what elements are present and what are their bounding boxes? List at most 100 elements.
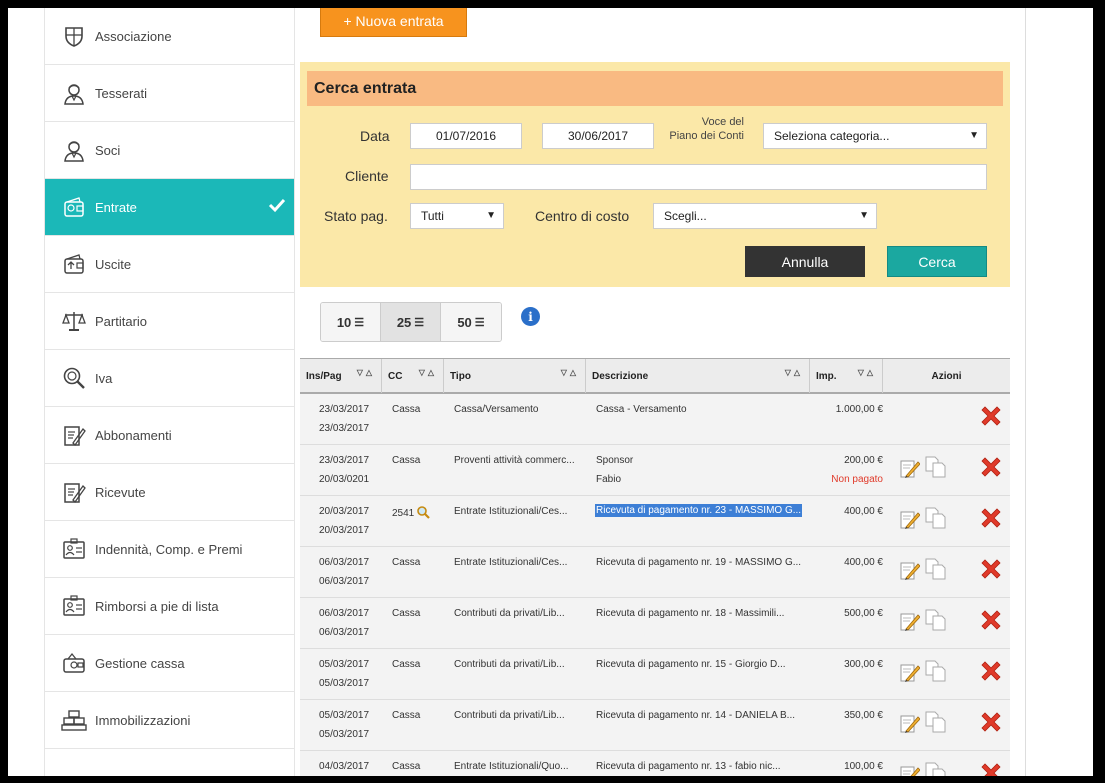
col-imp[interactable]: Imp. ▽△ xyxy=(810,359,883,393)
search-button[interactable]: Cerca xyxy=(887,246,987,277)
status-badge: Non pagato xyxy=(831,474,883,485)
new-entry-button[interactable]: + Nuova entrata xyxy=(320,8,467,37)
col-descrizione[interactable]: Descrizione ▽△ xyxy=(586,359,810,393)
date-label: Data xyxy=(360,128,390,144)
cell-descrizione: Ricevuta di pagamento nr. 19 - MASSIMO G… xyxy=(596,557,802,568)
copy-icon[interactable] xyxy=(924,557,946,581)
voce-label-line2: Piano dei Conti xyxy=(669,130,744,142)
col-ins-pag[interactable]: Ins/Pag ▽△ xyxy=(300,359,382,393)
copy-icon[interactable] xyxy=(924,659,946,683)
sidebar-item-gestione-cassa[interactable]: Gestione cassa xyxy=(45,635,294,692)
page-size-50-button[interactable]: 50 ☰ xyxy=(441,303,501,341)
copy-icon[interactable] xyxy=(924,455,946,479)
copy-icon[interactable] xyxy=(924,710,946,734)
page-size-10-button[interactable]: 10 ☰ xyxy=(321,303,381,341)
edit-icon[interactable] xyxy=(900,764,921,776)
cliente-input[interactable] xyxy=(410,164,987,190)
cell-cc: Cassa xyxy=(392,659,421,670)
cell-importo: 1.000,00 € xyxy=(835,404,883,415)
cell-importo: 300,00 € xyxy=(844,659,883,670)
sidebar-item-soci[interactable]: Soci xyxy=(45,122,294,179)
delete-icon[interactable] xyxy=(979,557,1003,581)
sidebar-item-iva[interactable]: Iva xyxy=(45,350,294,407)
sort-arrows-icon[interactable]: ▽△ xyxy=(858,368,876,377)
edit-icon[interactable] xyxy=(900,560,921,580)
edit-icon[interactable] xyxy=(900,611,921,631)
page-size-25-button[interactable]: 25 ☰ xyxy=(381,303,441,341)
stato-select-value: Tutti xyxy=(421,209,444,223)
col-cc[interactable]: CC ▽△ xyxy=(382,359,444,393)
category-select[interactable]: Seleziona categoria... ▼ xyxy=(763,123,987,149)
edit-icon[interactable] xyxy=(900,713,921,733)
cell-tipo: Contributi da privati/Lib... xyxy=(454,659,565,670)
sidebar-item-partitario[interactable]: Partitario xyxy=(45,293,294,350)
chevron-down-icon: ▼ xyxy=(859,210,869,221)
table-row[interactable]: 23/03/2017 23/03/2017 Cassa Cassa/Versament… xyxy=(300,394,1010,445)
cell-tipo: Entrate Istituzionali/Ces... xyxy=(454,557,568,568)
copy-icon[interactable] xyxy=(924,608,946,632)
sidebar-item-abbonamenti[interactable]: Abbonamenti xyxy=(45,407,294,464)
sidebar-item-rimborsi-a-pie-di-lista[interactable]: Rimborsi a pie di lista xyxy=(45,578,294,635)
cash-box-icon xyxy=(61,650,87,676)
copy-icon[interactable] xyxy=(924,761,946,776)
voce-label: Voce del Piano dei Conti xyxy=(660,115,744,143)
table-body: 23/03/2017 23/03/2017 Cassa Cassa/Versament… xyxy=(300,394,1010,776)
delete-icon[interactable] xyxy=(979,455,1003,479)
voce-label-line1: Voce del xyxy=(701,116,744,128)
sort-arrows-icon[interactable]: ▽△ xyxy=(357,368,375,377)
centro-select[interactable]: Scegli... ▼ xyxy=(653,203,877,229)
delete-icon[interactable] xyxy=(979,710,1003,734)
sidebar-item-uscite[interactable]: Uscite xyxy=(45,236,294,293)
sidebar-item-ricevute[interactable]: Ricevute xyxy=(45,464,294,521)
table-row[interactable]: 06/03/2017 06/03/2017 Cassa Entrate Istituz… xyxy=(300,547,1010,598)
check-icon xyxy=(268,197,286,218)
info-icon[interactable]: i xyxy=(521,307,540,326)
table-row[interactable]: 06/03/2017 06/03/2017 Cassa Contributi da p… xyxy=(300,598,1010,649)
sidebar-item-tesserati[interactable]: Tesserati xyxy=(45,65,294,122)
cell-importo: 400,00 € xyxy=(844,506,883,517)
sort-arrows-icon[interactable]: ▽△ xyxy=(419,368,437,377)
col-imp-label: Imp. xyxy=(816,370,837,382)
cancel-button[interactable]: Annulla xyxy=(745,246,865,277)
sidebar-item-entrate[interactable]: Entrate xyxy=(45,179,294,236)
cell-pag-date: 05/03/2017 xyxy=(319,729,370,740)
col-tipo[interactable]: Tipo ▽△ xyxy=(444,359,586,393)
sidebar-item-immobilizzazioni[interactable]: Immobilizzazioni xyxy=(45,692,294,749)
category-select-value: Seleziona categoria... xyxy=(774,129,890,143)
stato-select[interactable]: Tutti ▼ xyxy=(410,203,504,229)
cell-importo: 200,00 € xyxy=(844,455,883,466)
cell-descrizione: Ricevuta di pagamento nr. 23 - MASSIMO G… xyxy=(595,504,803,517)
sort-arrows-icon[interactable]: ▽△ xyxy=(561,368,579,377)
edit-icon[interactable] xyxy=(900,509,921,529)
table-header: Ins/Pag ▽△ CC ▽△ Tipo ▽△ Descrizione ▽△ … xyxy=(300,358,1010,394)
table-row[interactable]: 05/03/2017 05/03/2017 Cassa Contributi da p… xyxy=(300,700,1010,751)
chevron-down-icon: ▼ xyxy=(969,130,979,141)
magnifier-coin-icon xyxy=(61,365,87,391)
delete-icon[interactable] xyxy=(979,404,1003,428)
col-descrizione-label: Descrizione xyxy=(592,370,649,382)
cell-ins-date: 06/03/2017 xyxy=(319,608,370,619)
date-to-input[interactable]: 30/06/2017 xyxy=(542,123,654,149)
table-row[interactable]: 04/03/2017 Cassa Entrate Istituzionali/Quo… xyxy=(300,751,1010,776)
table-row[interactable]: 23/03/2017 20/03/0201 Cassa Proventi attivi… xyxy=(300,445,1010,496)
table-row[interactable]: 05/03/2017 05/03/2017 Cassa Contributi da p… xyxy=(300,649,1010,700)
centro-label: Centro di costo xyxy=(535,208,630,224)
delete-icon[interactable] xyxy=(979,608,1003,632)
col-ins-pag-label: Ins/Pag xyxy=(306,370,342,382)
copy-icon[interactable] xyxy=(924,506,946,530)
delete-icon[interactable] xyxy=(979,659,1003,683)
date-from-input[interactable]: 01/07/2016 xyxy=(410,123,522,149)
document-pen-icon xyxy=(61,422,87,448)
sidebar-item-label: Soci xyxy=(95,142,121,158)
sort-arrows-icon[interactable]: ▽△ xyxy=(785,368,803,377)
sidebar-item-indennit-comp-e-premi[interactable]: Indennità, Comp. e Premi xyxy=(45,521,294,578)
delete-icon[interactable] xyxy=(979,761,1003,776)
magnifier-icon[interactable] xyxy=(414,506,431,519)
edit-icon[interactable] xyxy=(900,458,921,478)
cell-importo: 500,00 € xyxy=(844,608,883,619)
delete-icon[interactable] xyxy=(979,506,1003,530)
table-row[interactable]: 20/03/2017 20/03/2017 2541 Entrate Istituzi… xyxy=(300,496,1010,547)
edit-icon[interactable] xyxy=(900,662,921,682)
sidebar-item-associazione[interactable]: Associazione xyxy=(45,8,294,65)
cell-cc: Cassa xyxy=(392,608,421,619)
